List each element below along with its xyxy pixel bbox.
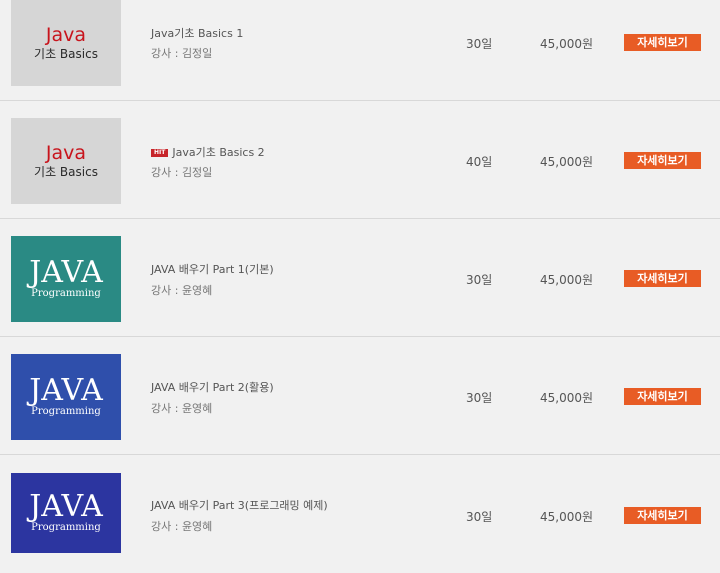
thumbnail-title: JAVA — [29, 489, 103, 524]
course-row: Java 기초 Basics Java기초 Basics 1 강사 : 김정일 … — [0, 0, 720, 101]
course-thumbnail[interactable]: JAVA Programming — [11, 236, 121, 322]
course-period: 30일 — [466, 510, 493, 524]
course-period: 30일 — [466, 391, 493, 405]
course-title[interactable]: JAVA 배우기 Part 1(기본) — [151, 261, 274, 277]
course-teacher: 강사 : 윤영혜 — [151, 284, 213, 297]
detail-button[interactable]: 자세히보기 — [624, 270, 701, 287]
course-period: 40일 — [466, 155, 493, 169]
course-row: Java 기초 Basics HIT Java기초 Basics 2 강사 : 김… — [0, 101, 720, 219]
thumbnail-subtitle: Programming — [31, 406, 101, 417]
course-price: 45,000원 — [540, 155, 594, 169]
course-teacher: 강사 : 김정일 — [151, 47, 213, 60]
hit-badge: HIT — [151, 149, 169, 157]
course-price: 45,000원 — [540, 273, 594, 287]
course-title[interactable]: Java기초 Basics 1 — [151, 25, 243, 41]
course-thumbnail[interactable]: JAVA Programming — [11, 473, 121, 553]
course-title-text: JAVA 배우기 Part 2(활용) — [151, 381, 274, 394]
detail-button[interactable]: 자세히보기 — [624, 507, 701, 524]
course-title[interactable]: JAVA 배우기 Part 2(활용) — [151, 379, 274, 395]
thumbnail-subtitle: 기초 Basics — [34, 47, 98, 61]
thumbnail-title: JAVA — [29, 255, 103, 290]
course-thumbnail[interactable]: Java 기초 Basics — [11, 0, 121, 86]
course-price: 45,000원 — [540, 391, 594, 405]
course-price: 45,000원 — [540, 37, 594, 51]
course-thumbnail[interactable]: Java 기초 Basics — [11, 118, 121, 204]
thumbnail-subtitle: Programming — [31, 288, 101, 299]
course-teacher: 강사 : 윤영혜 — [151, 520, 213, 533]
course-row: JAVA Programming JAVA 배우기 Part 3(프로그래밍 예… — [0, 455, 720, 573]
course-period: 30일 — [466, 273, 493, 287]
thumbnail-title: Java — [45, 24, 87, 46]
thumbnail-title: Java — [45, 142, 87, 164]
detail-button[interactable]: 자세히보기 — [624, 34, 701, 51]
course-title[interactable]: HIT Java기초 Basics 2 — [151, 144, 265, 160]
course-teacher: 강사 : 김정일 — [151, 166, 213, 179]
course-title-text: JAVA 배우기 Part 3(프로그래밍 예제) — [151, 499, 328, 512]
course-title-text: JAVA 배우기 Part 1(기본) — [151, 263, 274, 276]
detail-button[interactable]: 자세히보기 — [624, 388, 701, 405]
course-title[interactable]: JAVA 배우기 Part 3(프로그래밍 예제) — [151, 497, 328, 513]
course-title-text: Java기초 Basics 2 — [172, 146, 265, 159]
course-period: 30일 — [466, 37, 493, 51]
detail-button[interactable]: 자세히보기 — [624, 152, 701, 169]
course-price: 45,000원 — [540, 510, 594, 524]
thumbnail-title: JAVA — [29, 373, 103, 408]
course-list: Java 기초 Basics Java기초 Basics 1 강사 : 김정일 … — [0, 0, 720, 553]
course-title-text: Java기초 Basics 1 — [151, 27, 244, 40]
course-row: JAVA Programming JAVA 배우기 Part 2(활용) 강사 … — [0, 337, 720, 455]
course-row: JAVA Programming JAVA 배우기 Part 1(기본) 강사 … — [0, 219, 720, 337]
course-teacher: 강사 : 윤영혜 — [151, 402, 213, 415]
thumbnail-subtitle: 기초 Basics — [34, 165, 98, 179]
course-thumbnail[interactable]: JAVA Programming — [11, 354, 121, 440]
thumbnail-subtitle: Programming — [31, 522, 101, 533]
